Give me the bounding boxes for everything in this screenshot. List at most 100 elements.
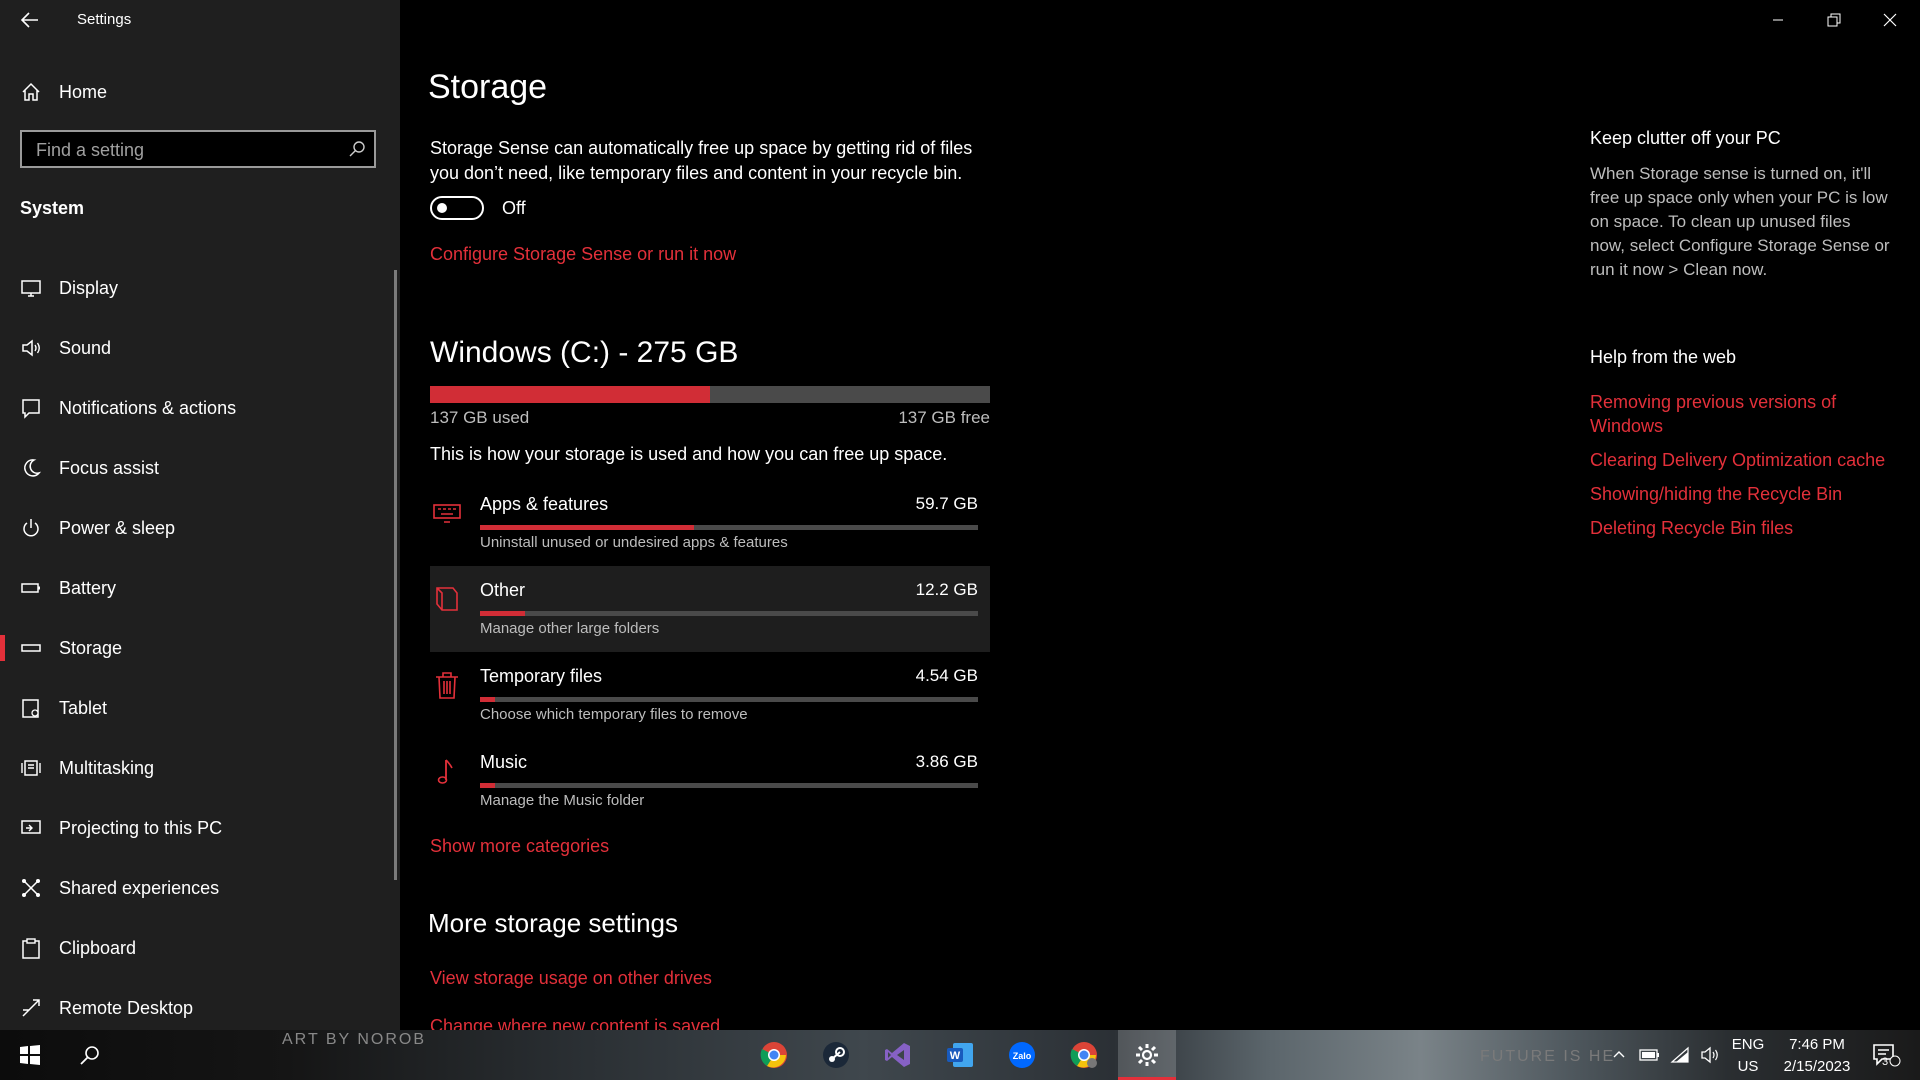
sidebar-item-tablet[interactable]: Tablet [0,678,400,738]
drive-title: Windows (C:) - 275 GB [430,336,739,369]
search-icon[interactable] [348,140,366,158]
notification-count-badge: 3 [1881,1056,1889,1068]
category-apps-features[interactable]: Apps & features 59.7 GB Uninstall unused… [430,480,990,566]
sidebar-item-storage[interactable]: Storage [0,618,400,678]
help-link-remove-previous-windows[interactable]: Removing previous versions of Windows [1590,390,1890,438]
sidebar-item-display[interactable]: Display [0,258,400,318]
apps-icon [433,504,461,523]
category-other[interactable]: Other 12.2 GB Manage other large folders [430,566,990,652]
sidebar-nav: Display Sound Notifications & actions Fo… [0,258,400,1038]
power-icon [23,519,39,537]
category-bar-fill [480,697,495,702]
search-box[interactable] [20,130,376,168]
back-button[interactable] [18,8,42,32]
visual-studio-app[interactable] [870,1030,926,1080]
category-subtitle: Manage the Music folder [480,792,645,809]
drive-usage-fill [430,386,710,403]
sidebar-item-label: Sound [59,337,112,358]
sidebar-item-sound[interactable]: Sound [0,318,400,378]
battery-tray-button[interactable] [1636,1030,1664,1080]
category-bar [480,783,978,788]
more-storage-settings-heading: More storage settings [428,908,679,938]
home-button[interactable]: Home [0,72,400,112]
view-other-drives-link[interactable]: View storage usage on other drives [430,968,712,989]
search-taskbar-button[interactable] [62,1030,118,1080]
notification-icon [22,399,40,419]
clutter-text: When Storage sense is turned on, it'll f… [1590,164,1890,279]
svg-text:Zalo: Zalo [1013,1051,1032,1061]
chrome-app[interactable] [746,1030,802,1080]
sidebar: Settings Home System Display Sound Notif… [0,0,400,1030]
music-icon [437,759,453,784]
search-input[interactable] [34,132,338,168]
restore-button[interactable] [1806,0,1862,40]
minimize-button[interactable] [1750,0,1806,40]
volume-tray-button[interactable] [1696,1030,1724,1080]
start-button[interactable] [2,1030,58,1080]
storage-sense-toggle[interactable] [430,196,484,220]
zalo-icon: Zalo [1009,1042,1035,1068]
language-code: ENG [1731,1036,1765,1053]
monitor-icon [21,280,41,297]
restore-icon [1827,13,1841,27]
back-arrow-icon [20,12,38,28]
sidebar-item-notifications[interactable]: Notifications & actions [0,378,400,438]
sidebar-item-focus-assist[interactable]: Focus assist [0,438,400,498]
steam-app[interactable] [808,1030,864,1080]
svg-text:W: W [950,1050,961,1062]
help-links: Removing previous versions of Windows Cl… [1590,390,1890,550]
show-more-categories-link[interactable]: Show more categories [430,836,609,857]
steam-icon [823,1042,849,1068]
trash-icon [436,672,458,699]
zalo-app[interactable]: Zalo [994,1030,1050,1080]
help-link-recycle-bin-visibility[interactable]: Showing/hiding the Recycle Bin [1590,482,1890,506]
sidebar-item-clipboard[interactable]: Clipboard [0,918,400,978]
sidebar-item-label: Shared experiences [59,877,220,898]
sidebar-item-projecting[interactable]: Projecting to this PC [0,798,400,858]
wifi-icon [1670,1046,1689,1063]
folder-icon [436,587,458,611]
category-temporary-files[interactable]: Temporary files 4.54 GB Choose which tem… [430,652,990,738]
sidebar-item-label: Tablet [59,697,108,718]
sidebar-item-label: Focus assist [59,457,160,478]
app-title: Settings [77,11,132,28]
category-bar [480,525,978,530]
sidebar-item-remote-desktop[interactable]: Remote Desktop [0,978,400,1038]
clipboard-icon [22,938,40,959]
category-name: Temporary files [480,666,603,686]
chrome-icon [1070,1042,1097,1068]
projector-icon [21,820,41,834]
settings-app[interactable] [1118,1030,1176,1080]
sidebar-item-battery[interactable]: Battery [0,558,400,618]
help-link-delete-recycle-bin[interactable]: Deleting Recycle Bin files [1590,516,1890,540]
category-name: Music [480,752,528,772]
word-app[interactable]: W [932,1030,988,1080]
close-button[interactable] [1862,0,1918,40]
clock-time: 7:46 PM [1789,1036,1845,1053]
gear-icon [1136,1044,1158,1066]
sidebar-scrollbar[interactable] [394,270,397,880]
category-subtitle: Manage other large folders [480,620,660,637]
wallpaper-caption-right: FUTURE IS HE [1480,1048,1616,1065]
sidebar-item-power-sleep[interactable]: Power & sleep [0,498,400,558]
language-indicator[interactable]: ENG US [1728,1034,1768,1078]
storage-sense-toggle-row: Off [430,196,526,220]
help-link-delivery-optimization[interactable]: Clearing Delivery Optimization cache [1590,448,1890,472]
action-center-button[interactable] [1860,1030,1912,1080]
category-bar-fill [480,611,525,616]
configure-storage-sense-link[interactable]: Configure Storage Sense or run it now [430,244,736,265]
category-name: Apps & features [480,494,609,514]
chrome-profile-app[interactable] [1056,1030,1112,1080]
category-bar-fill [480,525,695,530]
wifi-tray-button[interactable] [1666,1030,1694,1080]
usage-description: This is how your storage is used and how… [430,444,948,464]
category-bar [480,697,978,702]
category-music[interactable]: Music 3.86 GB Manage the Music folder [430,738,990,824]
clock[interactable]: 7:46 PM 2/15/2023 [1770,1034,1864,1078]
page-title: Storage [428,68,548,106]
wallpaper-caption-left: ART BY NOROB [282,1031,427,1048]
sidebar-item-multitasking[interactable]: Multitasking [0,738,400,798]
category-size: 4.54 GB [915,666,978,685]
title-bar: Settings [0,0,400,40]
sidebar-item-shared-experiences[interactable]: Shared experiences [0,858,400,918]
